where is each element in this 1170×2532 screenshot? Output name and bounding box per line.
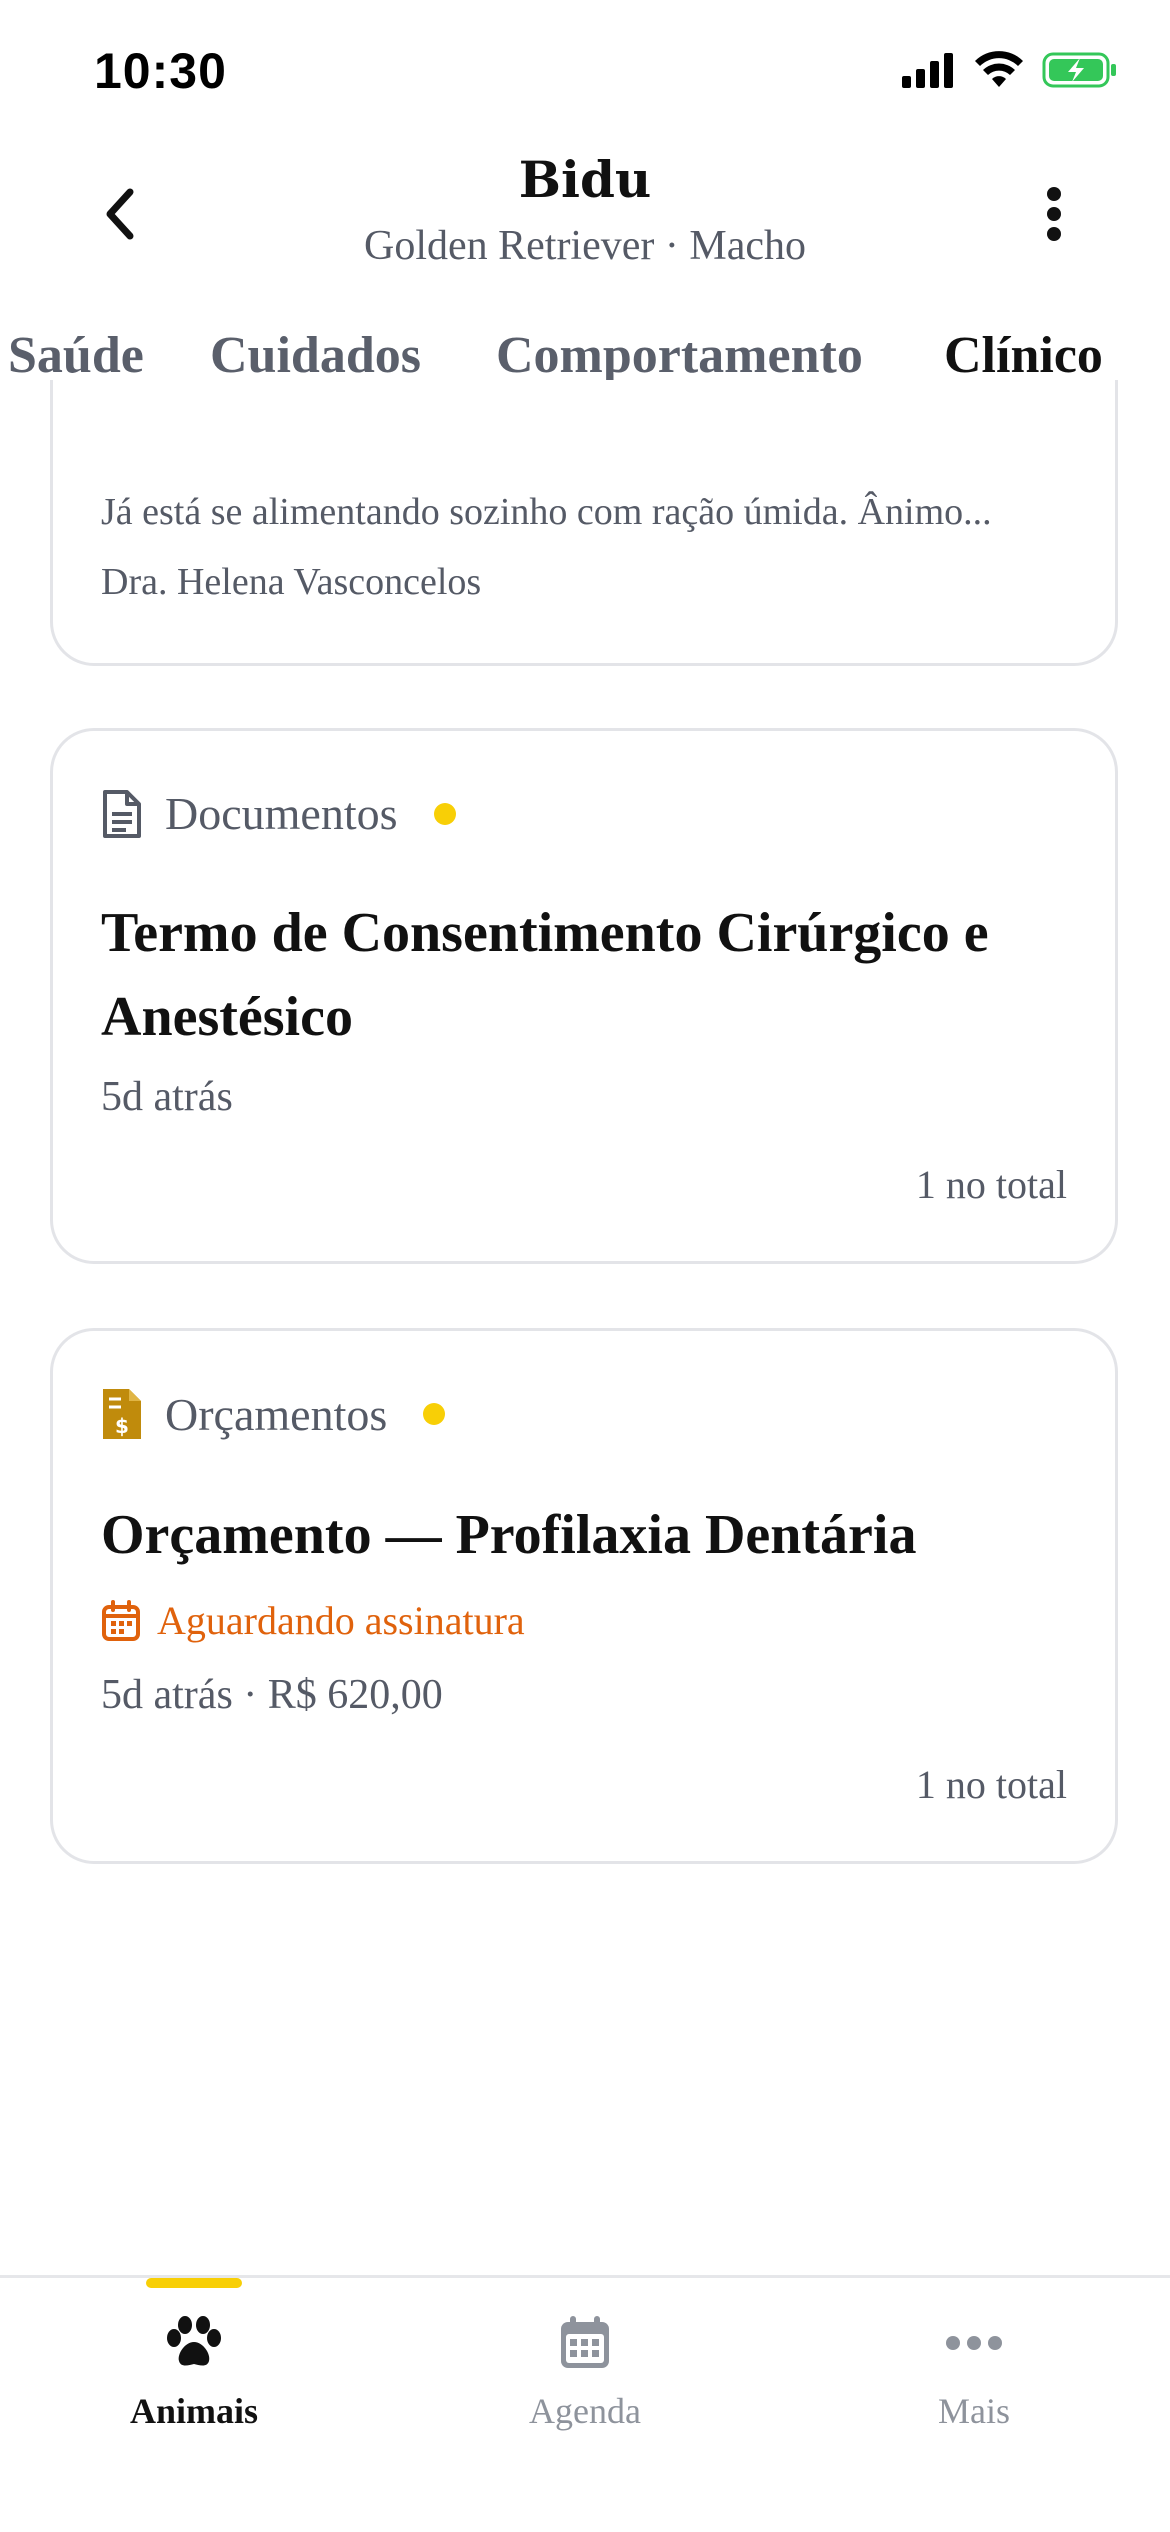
card-category: $ Orçamentos — [101, 1387, 446, 1441]
more-options-button[interactable] — [1022, 182, 1086, 246]
tab-cuidados[interactable]: Cuidados — [210, 326, 421, 385]
category-label: Documentos — [165, 788, 398, 839]
page-title: Bidu — [518, 150, 652, 209]
battery-charging-icon — [1042, 52, 1116, 88]
status-icons — [900, 50, 1118, 90]
svg-text:$: $ — [115, 1414, 129, 1438]
calendar-icon — [561, 2316, 609, 2368]
unread-dot — [423, 1403, 446, 1425]
calendar-icon — [102, 1599, 140, 1641]
card-category: Documentos — [101, 787, 456, 840]
tab-saude[interactable]: Saúde — [8, 326, 144, 385]
status-bar: 10:30 — [0, 0, 1170, 140]
paw-icon — [167, 2316, 221, 2366]
unread-dot — [433, 802, 456, 825]
nav-item-mais[interactable]: Mais — [824, 2308, 1124, 2432]
status-time: 10:30 — [94, 43, 227, 99]
budget-meta: 5d atrás · R$ 620,00 — [101, 1672, 443, 1718]
nav-item-animais[interactable]: Animais — [44, 2308, 344, 2432]
tab-clinico[interactable]: Clínico — [944, 326, 1103, 385]
category-label: Orçamentos — [165, 1388, 388, 1440]
budget-card[interactable]: $ Orçamentos Orçamento — Profilaxia Dent… — [50, 1328, 1118, 1864]
more-horizontal-icon — [946, 2336, 1002, 2350]
budget-total: 1 no total — [915, 1762, 1067, 1807]
budget-title: Orçamento — Profilaxia Dentária — [101, 1504, 917, 1566]
tab-comportamento[interactable]: Comportamento — [496, 326, 863, 385]
nav-label: Mais — [938, 2391, 1010, 2431]
note-doctor: Dra. Helena Vasconcelos — [101, 561, 482, 603]
header: Bidu Golden Retriever · Macho — [0, 140, 1170, 300]
invoice-dollar-icon: $ — [103, 1389, 141, 1439]
document-total: 1 no total — [915, 1162, 1067, 1207]
active-nav-indicator — [146, 2278, 242, 2288]
status-label: Aguardando assinatura — [157, 1598, 525, 1643]
document-title: Termo de Consentimento Cirúrgico e Anest… — [101, 902, 989, 1048]
document-icon — [103, 789, 141, 838]
wifi-icon — [975, 51, 1023, 87]
note-preview: Já está se alimentando sozinho com ração… — [101, 491, 992, 533]
budget-status: Aguardando assinatura — [101, 1597, 525, 1644]
documents-card[interactable]: Documentos Termo de Consentimento Cirúrg… — [50, 728, 1118, 1264]
nav-label: Agenda — [529, 2391, 641, 2431]
nav-item-agenda[interactable]: Agenda — [435, 2308, 735, 2432]
page-subtitle: Golden Retriever · Macho — [363, 223, 806, 269]
more-vertical-icon — [1047, 187, 1061, 241]
bottom-nav: Animais Agenda Mais — [0, 2275, 1170, 2532]
document-meta: 5d atrás — [101, 1074, 233, 1120]
signal-icon — [902, 53, 953, 88]
nav-label: Animais — [129, 2391, 259, 2431]
clinical-note-card[interactable]: Já está se alimentando sozinho com ração… — [50, 380, 1118, 666]
